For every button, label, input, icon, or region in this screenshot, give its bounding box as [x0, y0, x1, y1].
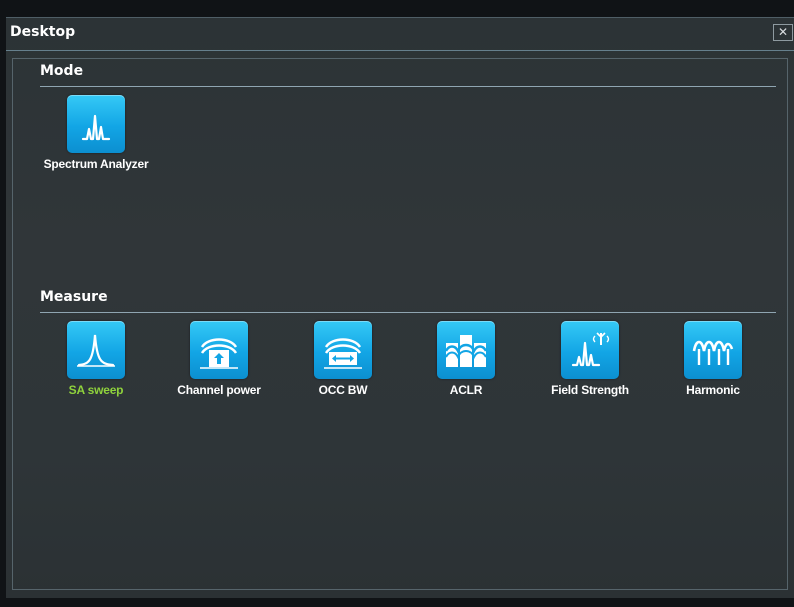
tile-label: SA sweep — [68, 383, 124, 397]
occupied-bandwidth-icon — [314, 321, 372, 379]
title-bar: Desktop ✕ — [6, 18, 794, 51]
mode-heading: Mode — [40, 63, 84, 79]
single-peak-icon — [67, 321, 125, 379]
measure-tile-channel-power[interactable]: Channel power — [159, 321, 279, 411]
tile-label: ACLR — [449, 383, 483, 397]
tile-label: Spectrum Analyzer — [43, 157, 149, 171]
tile-label: Channel power — [177, 383, 261, 397]
desktop-window: Desktop ✕ Mode Spectrum Analyzer Measure — [6, 17, 794, 598]
mode-divider — [40, 86, 776, 87]
tile-label: Field Strength — [551, 383, 629, 397]
tile-label: OCC BW — [318, 383, 368, 397]
spectrum-peaks-icon — [67, 95, 125, 153]
measure-tile-sa-sweep[interactable]: SA sweep — [36, 321, 156, 411]
field-strength-icon — [561, 321, 619, 379]
window-title: Desktop — [10, 24, 76, 40]
close-button[interactable]: ✕ — [773, 24, 793, 41]
channel-power-icon — [190, 321, 248, 379]
aclr-icon — [437, 321, 495, 379]
measure-heading: Measure — [40, 289, 108, 305]
measure-tile-occ-bw[interactable]: OCC BW — [283, 321, 403, 411]
harmonic-icon — [684, 321, 742, 379]
measure-tile-harmonic[interactable]: Harmonic — [653, 321, 773, 411]
tile-label: Harmonic — [686, 383, 740, 397]
measure-divider — [40, 312, 776, 313]
measure-tile-field-strength[interactable]: Field Strength — [530, 321, 650, 411]
instrument-screen: Desktop ✕ Mode Spectrum Analyzer Measure — [0, 0, 794, 607]
measure-tile-aclr[interactable]: ACLR — [406, 321, 526, 411]
mode-tile-spectrum-analyzer[interactable]: Spectrum Analyzer — [36, 95, 156, 185]
